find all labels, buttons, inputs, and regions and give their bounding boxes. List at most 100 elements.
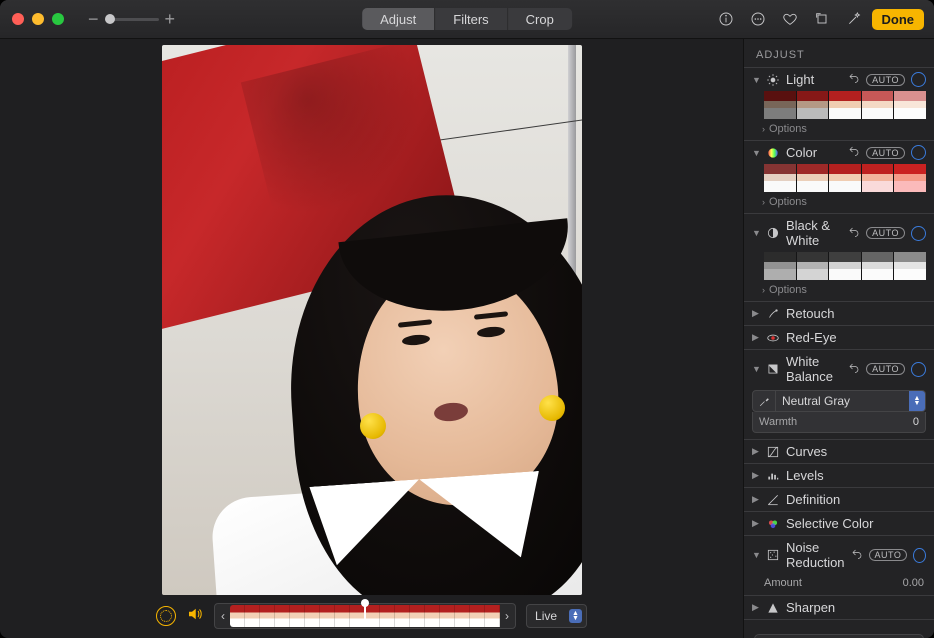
toolbar-right: Done xyxy=(712,8,925,30)
section-label: Light xyxy=(786,72,842,87)
section-levels: ▶ Levels xyxy=(744,464,934,488)
photo-preview[interactable] xyxy=(162,45,582,595)
disclosure-icon[interactable]: ▼ xyxy=(752,75,760,85)
auto-button[interactable]: AUTO xyxy=(869,549,908,561)
color-options[interactable]: ›Options xyxy=(744,196,934,213)
disclosure-icon[interactable]: ▶ xyxy=(752,518,760,529)
wb-mode-select[interactable]: Neutral Gray ▲▼ xyxy=(752,390,926,412)
section-sharpen: ▶ Sharpen xyxy=(744,596,934,620)
auto-enhance-button[interactable] xyxy=(840,8,868,30)
section-white-balance: ▼ White Balance AUTO Neutral Gray ▲▼ War… xyxy=(744,350,934,440)
live-photo-bar: ‹ › Live ▲▼ xyxy=(0,601,743,631)
strip-prev[interactable]: ‹ xyxy=(216,605,230,627)
reset-adjustments-button[interactable]: Reset Adjustments xyxy=(754,634,924,638)
favorite-button[interactable] xyxy=(776,8,804,30)
rotate-button[interactable] xyxy=(808,8,836,30)
section-label: Definition xyxy=(786,492,926,507)
enable-ring[interactable] xyxy=(911,72,926,87)
chevron-updown-icon: ▲▼ xyxy=(569,609,582,623)
section-light: ▼ Light AUTO ›Options xyxy=(744,68,934,141)
section-label: Selective Color xyxy=(786,516,926,531)
undo-icon[interactable] xyxy=(848,226,860,241)
disclosure-icon[interactable]: ▼ xyxy=(752,228,760,238)
undo-icon[interactable] xyxy=(851,548,863,563)
nr-amount-row[interactable]: Amount 0.00 xyxy=(744,574,934,595)
color-thumbnails[interactable] xyxy=(744,164,934,196)
done-button[interactable]: Done xyxy=(872,9,925,30)
curves-icon xyxy=(766,445,780,459)
section-label: Color xyxy=(786,145,842,160)
bw-thumbnails[interactable] xyxy=(744,252,934,284)
bw-options[interactable]: ›Options xyxy=(744,284,934,301)
tab-filters[interactable]: Filters xyxy=(435,8,506,30)
enable-ring[interactable] xyxy=(911,362,926,377)
auto-button[interactable]: AUTO xyxy=(866,363,905,375)
enable-ring[interactable] xyxy=(913,548,926,563)
tab-crop[interactable]: Crop xyxy=(508,8,572,30)
window-controls xyxy=(12,13,64,25)
undo-icon[interactable] xyxy=(848,72,860,87)
definition-icon xyxy=(766,493,780,507)
auto-button[interactable]: AUTO xyxy=(866,147,905,159)
retouch-icon xyxy=(766,307,780,321)
disclosure-icon[interactable]: ▼ xyxy=(752,364,760,374)
wb-mode-value: Neutral Gray xyxy=(776,394,909,408)
section-label: Noise Reduction xyxy=(786,540,845,570)
adjust-panel: ADJUST ▼ Light AUTO ›Op xyxy=(743,39,934,638)
section-redeye: ▶ Red-Eye xyxy=(744,326,934,350)
more-button[interactable] xyxy=(744,8,772,30)
disclosure-icon[interactable]: ▼ xyxy=(752,148,760,158)
section-definition: ▶ Definition xyxy=(744,488,934,512)
close-window-button[interactable] xyxy=(12,13,24,25)
disclosure-icon[interactable]: ▶ xyxy=(752,446,760,457)
zoom-slider[interactable]: − + xyxy=(88,9,175,30)
eyedropper-icon[interactable] xyxy=(753,391,776,411)
enable-ring[interactable] xyxy=(911,145,926,160)
light-thumbnails[interactable] xyxy=(744,91,934,123)
frame-strip[interactable]: ‹ › xyxy=(214,603,516,629)
warmth-value: 0 xyxy=(897,416,919,428)
info-button[interactable] xyxy=(712,8,740,30)
enable-ring[interactable] xyxy=(911,226,926,241)
section-label: Retouch xyxy=(786,306,926,321)
disclosure-icon[interactable]: ▶ xyxy=(752,494,760,505)
live-photo-icon[interactable] xyxy=(156,606,176,626)
light-options[interactable]: ›Options xyxy=(744,123,934,140)
fullscreen-window-button[interactable] xyxy=(52,13,64,25)
disclosure-icon[interactable]: ▼ xyxy=(752,550,760,560)
warmth-slider[interactable]: Warmth 0 xyxy=(752,412,926,433)
undo-icon[interactable] xyxy=(848,145,860,160)
tab-adjust[interactable]: Adjust xyxy=(362,8,434,30)
color-icon xyxy=(766,146,780,160)
auto-button[interactable]: AUTO xyxy=(866,74,905,86)
strip-next[interactable]: › xyxy=(500,605,514,627)
section-color: ▼ Color AUTO ›Options xyxy=(744,141,934,214)
section-label: Levels xyxy=(786,468,926,483)
photos-edit-window: − + Adjust Filters Crop Done xyxy=(0,0,934,638)
sound-icon[interactable] xyxy=(186,605,204,628)
auto-button[interactable]: AUTO xyxy=(866,227,905,239)
disclosure-icon[interactable]: ▶ xyxy=(752,332,760,343)
disclosure-icon[interactable]: ▶ xyxy=(752,308,760,319)
warmth-label: Warmth xyxy=(759,416,797,428)
selective-color-icon xyxy=(766,517,780,531)
zoom-out-icon: − xyxy=(88,9,99,30)
live-mode-select[interactable]: Live ▲▼ xyxy=(526,604,587,628)
section-label: White Balance xyxy=(786,354,842,384)
redeye-icon xyxy=(766,331,780,345)
section-curves: ▶ Curves xyxy=(744,440,934,464)
section-retouch: ▶ Retouch xyxy=(744,302,934,326)
disclosure-icon[interactable]: ▶ xyxy=(752,602,760,613)
sharpen-icon xyxy=(766,601,780,615)
white-balance-icon xyxy=(766,362,780,376)
section-label: Red-Eye xyxy=(786,330,926,345)
edit-mode-tabs: Adjust Filters Crop xyxy=(362,8,572,30)
undo-icon[interactable] xyxy=(848,362,860,377)
section-noise-reduction: ▼ Noise Reduction AUTO Amount 0.00 xyxy=(744,536,934,596)
panel-header: ADJUST xyxy=(744,39,934,68)
minimize-window-button[interactable] xyxy=(32,13,44,25)
nr-amount-label: Amount xyxy=(764,577,802,589)
noise-icon xyxy=(766,548,780,562)
live-mode-label: Live xyxy=(535,609,557,623)
disclosure-icon[interactable]: ▶ xyxy=(752,470,760,481)
